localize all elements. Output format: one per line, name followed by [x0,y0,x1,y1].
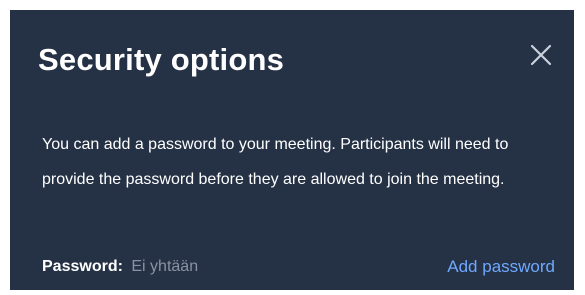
password-value: Ei yhtään [131,258,199,275]
add-password-link[interactable]: Add password [447,255,555,279]
security-options-dialog: Security options You can add a password … [10,10,574,290]
close-icon [530,44,552,66]
dialog-title: Security options [38,42,285,77]
close-button[interactable] [529,43,553,67]
password-label: Password: [42,258,123,275]
dialog-description: You can add a password to your meeting. … [42,136,509,188]
password-row: Password: Ei yhtään Add password [42,255,555,279]
